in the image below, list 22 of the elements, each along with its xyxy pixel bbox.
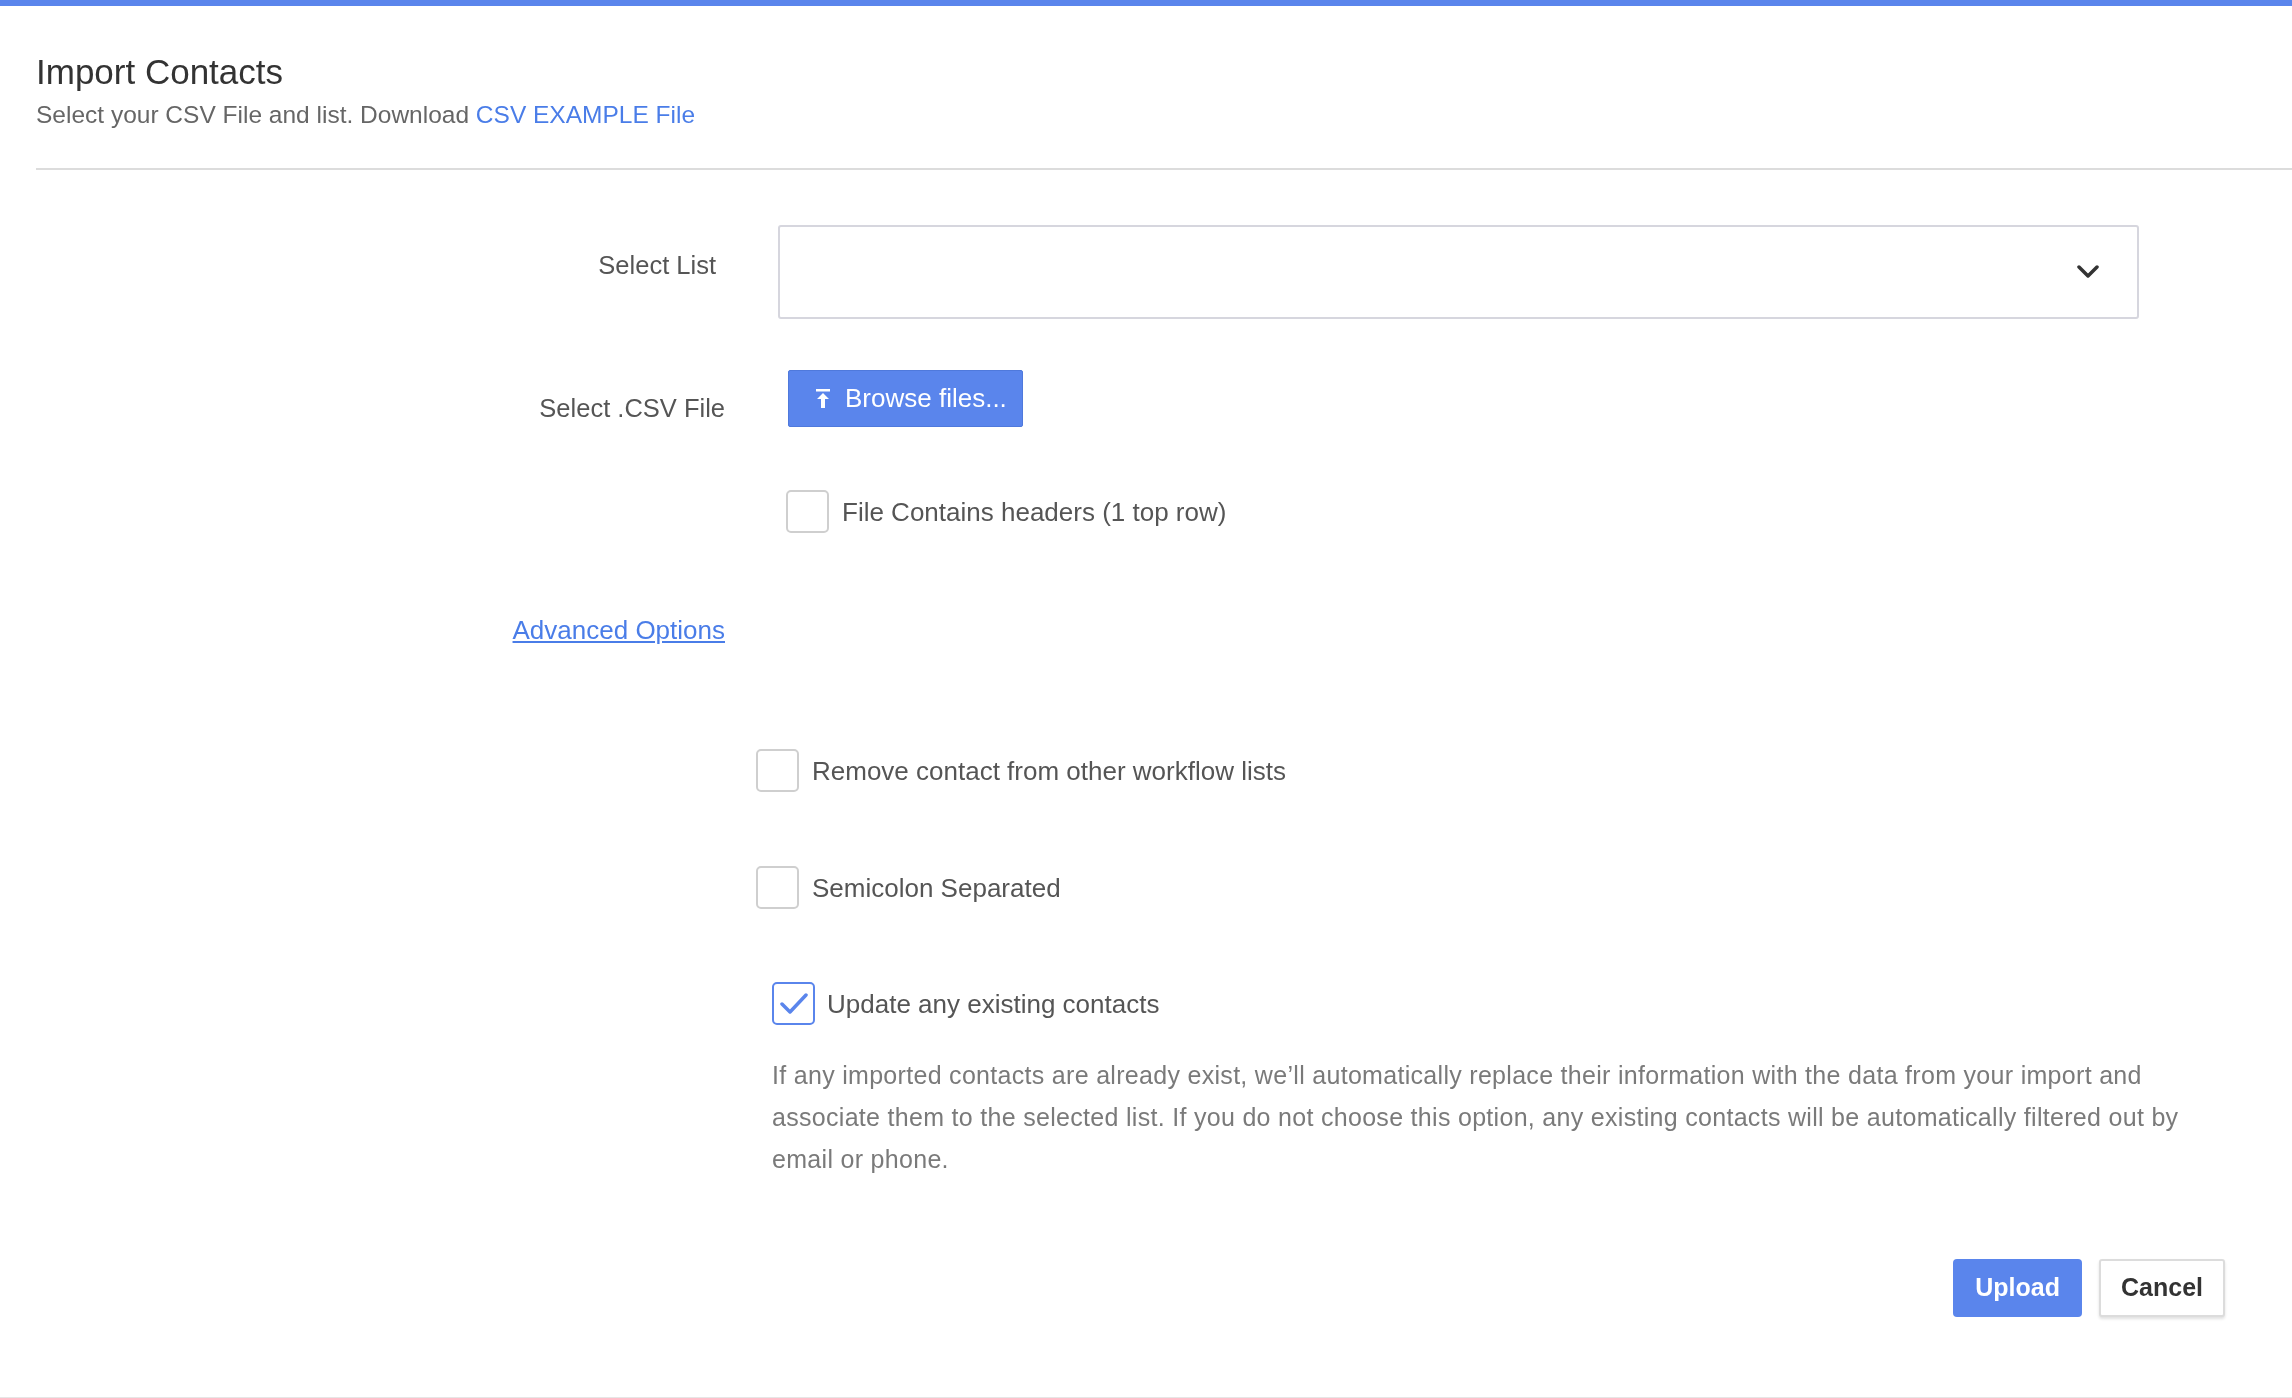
update-option-note: If any imported contacts are already exist, we’ll automatically replace their information with the data from your import and associate them to the selected list. If you do not choose this option, any existing contacts will be automatically filtered out by email or phone.: [772, 1060, 2180, 1175]
checkbox[interactable]: [756, 866, 799, 909]
browse-files-button[interactable]: Browse files...: [788, 370, 1023, 427]
checkbox[interactable]: [756, 749, 799, 792]
upload-button[interactable]: Upload: [1953, 1259, 2082, 1317]
check-icon: [779, 992, 808, 1015]
checkbox-label: Semicolon Separated: [812, 872, 1061, 903]
page-subtitle: Select your CSV File and list. Download CSV EXAMPLE File: [36, 100, 696, 130]
checkbox-label: File Contains headers (1 top row): [842, 496, 1227, 527]
upload-icon: [815, 389, 831, 408]
checkbox-label: Remove contact from other workflow lists: [812, 755, 1286, 786]
chevron-down-icon: [2077, 265, 2099, 279]
field-label: Select .CSV File: [539, 393, 725, 423]
advanced-options-link[interactable]: Advanced Options: [512, 615, 725, 645]
cancel-button[interactable]: Cancel: [2099, 1259, 2225, 1317]
select-field[interactable]: [778, 225, 2139, 319]
checkbox[interactable]: [772, 982, 815, 1025]
checkbox[interactable]: [786, 490, 829, 533]
csv-example-link[interactable]: CSV EXAMPLE File: [475, 101, 696, 128]
checkbox-label: Update any existing contacts: [827, 988, 1160, 1019]
page-title: Import Contacts: [36, 52, 284, 92]
field-label: Select List: [598, 250, 716, 280]
